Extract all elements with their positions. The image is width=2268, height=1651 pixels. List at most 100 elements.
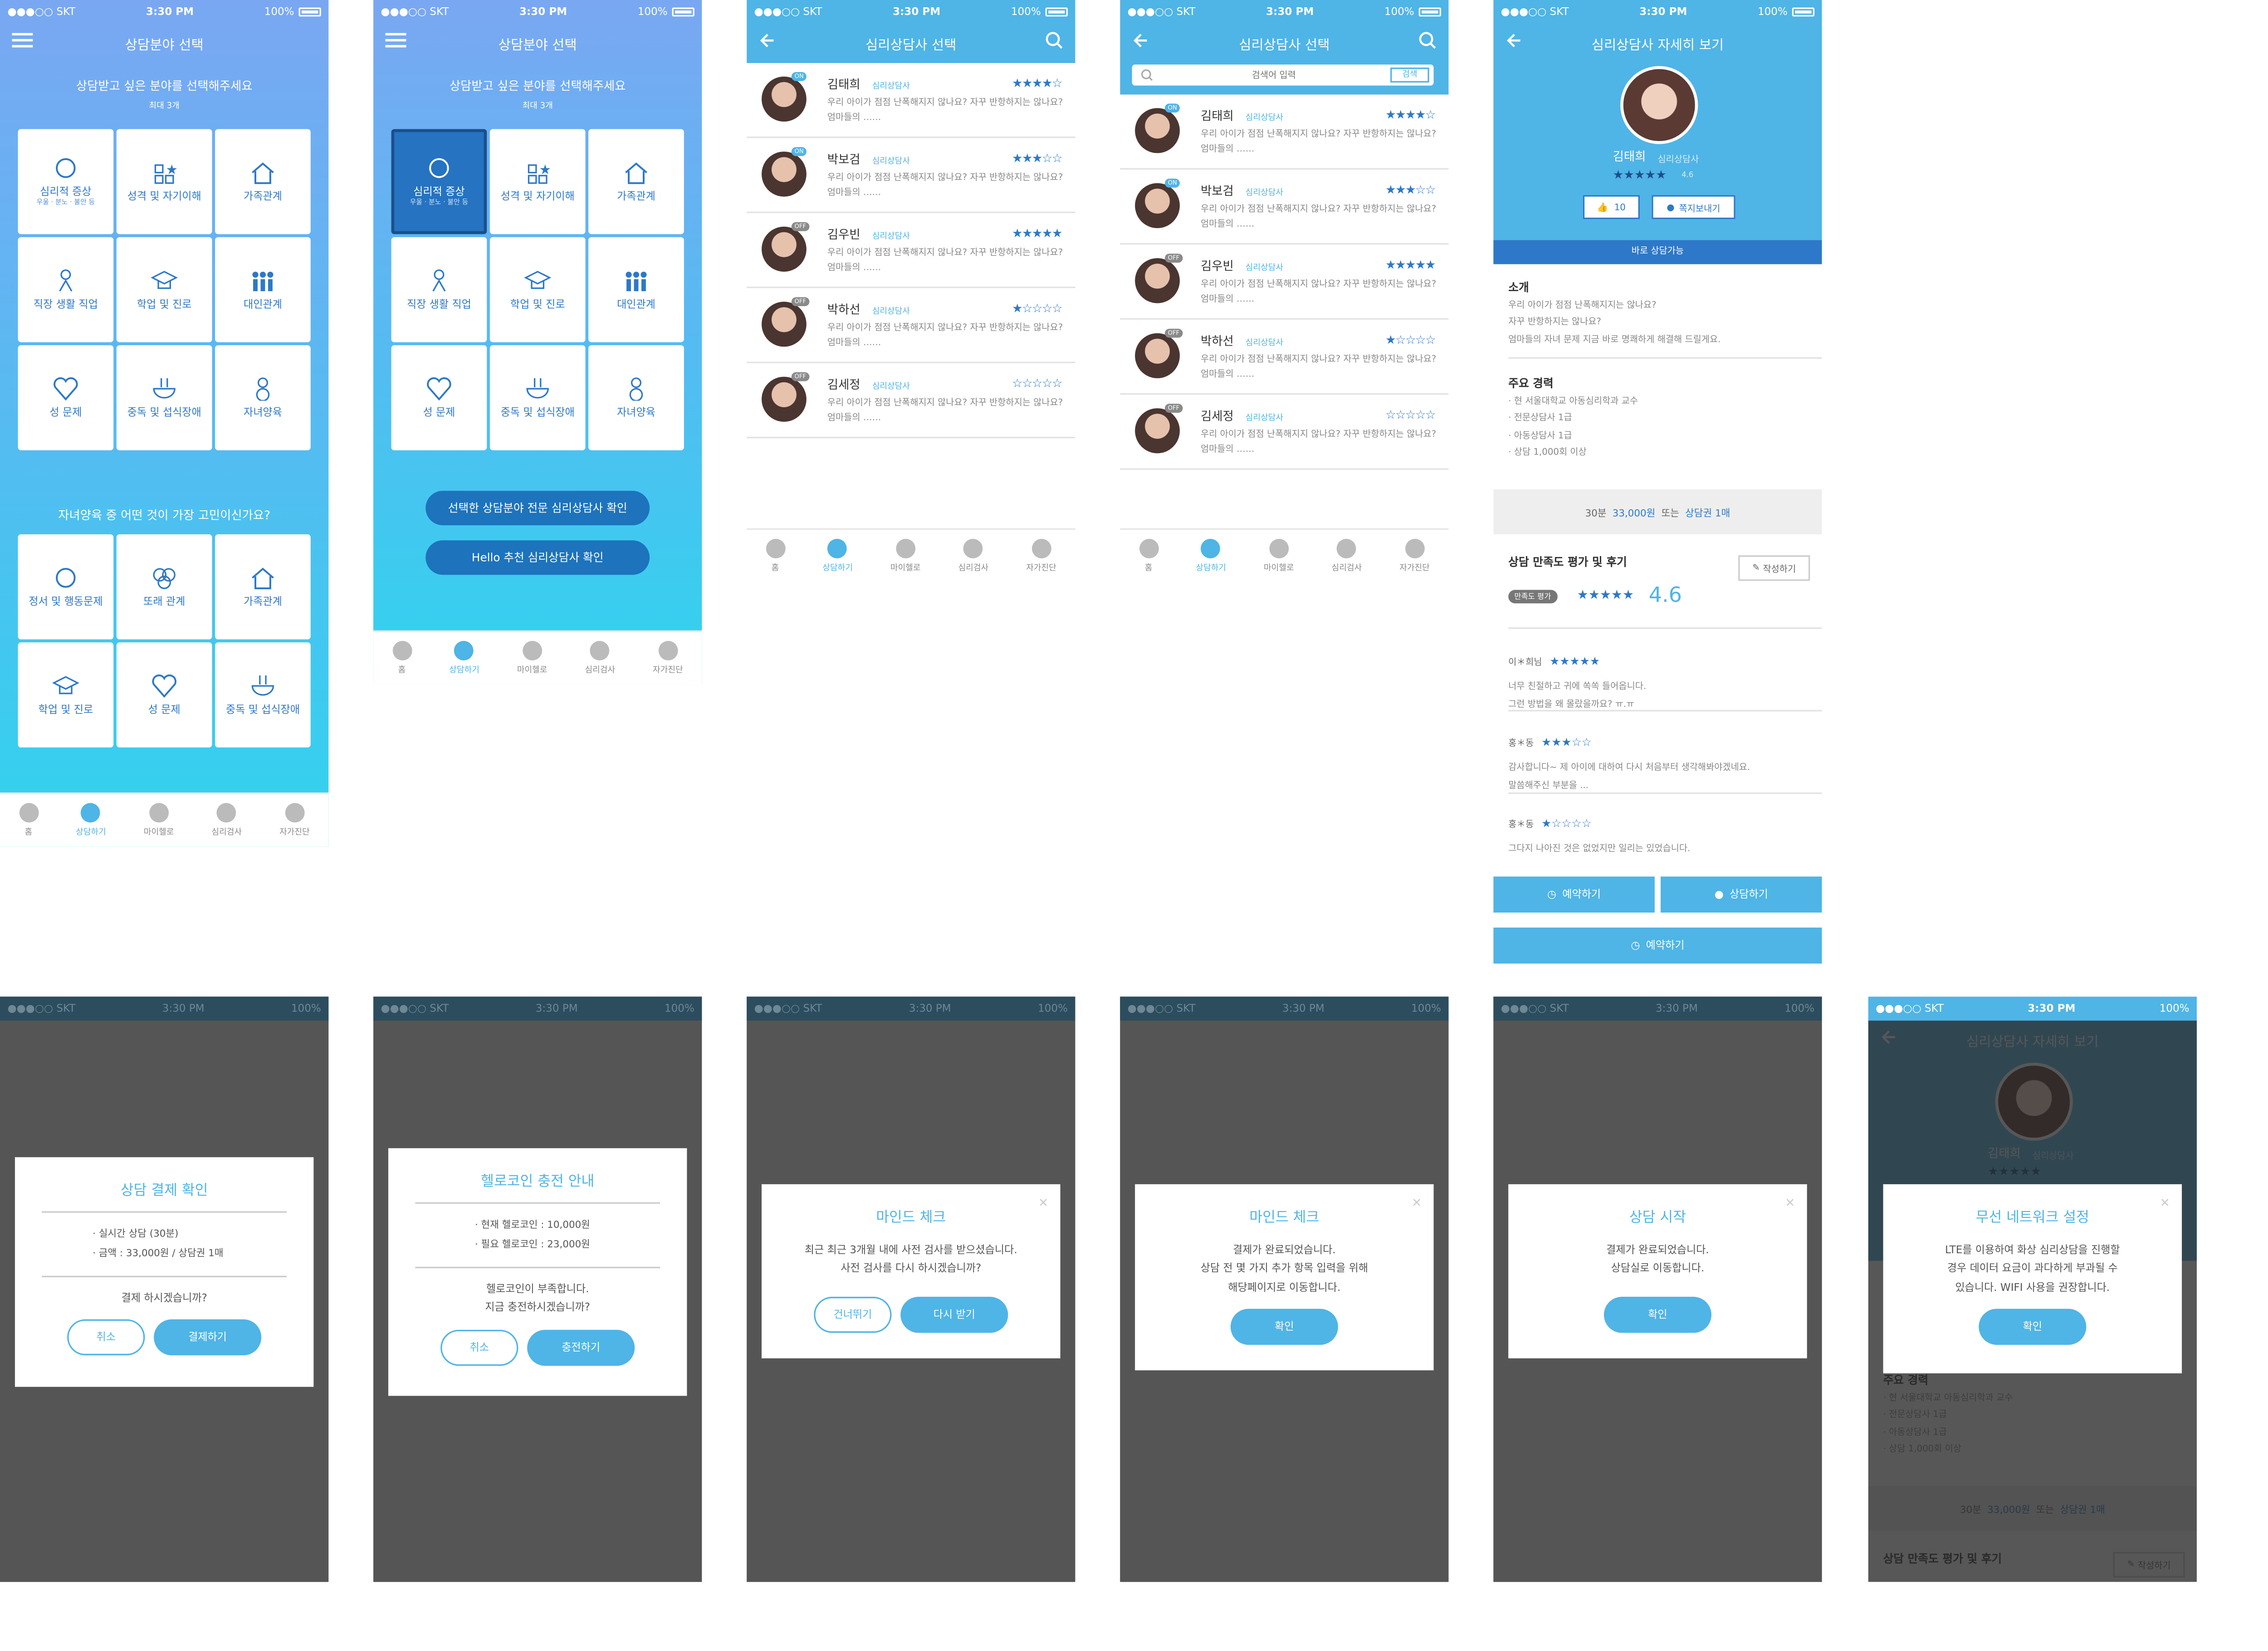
category-tile[interactable]: 심리적 증상 우울 · 분노 · 불안 등 <box>18 129 114 234</box>
confirm-button[interactable]: 확인 <box>1603 1296 1711 1332</box>
tab-test[interactable]: 심리검사 <box>958 538 988 573</box>
intro-title: 소개 <box>1508 280 1529 294</box>
body-line: LTE를 이용하여 화상 심리상담을 진행할 <box>1945 1244 2120 1256</box>
sub-category-tile[interactable]: 성 문제 <box>116 642 212 747</box>
battery-percent: 100% <box>1384 6 1414 18</box>
message-button[interactable]: ● 쪽지보내기 <box>1652 195 1735 220</box>
counselor-row[interactable]: OFF 김세정 심리상담사 ☆☆☆☆☆ 우리 아이가 점점 난폭해지지 않나요? 자꾸 … <box>1120 395 1449 470</box>
category-tile[interactable]: 가족관계 <box>588 129 684 234</box>
rating-stars: ★★★★★ <box>1012 226 1062 240</box>
confirm-button[interactable]: 확인 <box>1230 1308 1338 1345</box>
tab-test[interactable]: 심리검사 <box>211 803 242 837</box>
tab-home[interactable]: 홈 <box>765 538 785 573</box>
category-tile[interactable]: 학업 및 진로 <box>116 237 212 342</box>
counselor-row[interactable]: OFF 박하선 심리상담사 ★☆☆☆☆ 우리 아이가 점점 난폭해지지 않나요? 자꾸 … <box>747 288 1075 363</box>
back-arrow-icon[interactable] <box>758 31 777 54</box>
pay-button[interactable]: 결제하기 <box>154 1319 262 1356</box>
category-tile[interactable]: ★ 성격 및 자기이해 <box>116 129 212 234</box>
tile-label: 중독 및 섭식장애 <box>500 406 575 419</box>
category-tile[interactable]: 가족관계 <box>215 129 311 234</box>
search-button[interactable]: 검색 <box>1390 67 1429 83</box>
category-tile[interactable]: 직장 생활 직업 <box>391 237 487 342</box>
like-button[interactable]: 👍 10 <box>1583 195 1640 220</box>
close-icon[interactable]: ✕ <box>1412 1196 1422 1210</box>
tile-label: 가족관계 <box>617 190 655 203</box>
search-icon[interactable] <box>1419 31 1437 54</box>
sub-category-tile[interactable]: 정서 및 행동문제 <box>18 534 114 640</box>
dialog-title: 무선 네트워크 설정 <box>1975 1210 2089 1226</box>
tab-consult[interactable]: 상담하기 <box>76 803 106 837</box>
tab-myhello[interactable]: 마이헬로 <box>1264 538 1294 573</box>
tab-consult[interactable]: 상담하기 <box>1196 538 1226 573</box>
tab-self[interactable]: 자가진단 <box>1026 538 1056 573</box>
category-tile[interactable]: 자녀양육 <box>215 345 311 450</box>
reserve-button[interactable]: ◷ 예약하기 <box>1493 876 1655 913</box>
sub-category-tile[interactable]: 또래 관계 <box>116 534 212 640</box>
detail-line: · 필요 헬로코인 : 23,000원 <box>474 1238 590 1250</box>
tab-consult[interactable]: 상담하기 <box>449 640 479 675</box>
consult-button[interactable]: ● 상담하기 <box>1661 876 1822 913</box>
category-tile[interactable]: 대인관계 <box>215 237 311 342</box>
close-icon[interactable]: ✕ <box>1785 1196 1795 1210</box>
category-tile[interactable]: 대인관계 <box>588 237 684 342</box>
search-icon[interactable] <box>1046 31 1064 54</box>
write-review-button[interactable]: ✎작성하기 <box>1738 555 1810 581</box>
tab-home[interactable]: 홈 <box>19 803 39 837</box>
limit: 최대 3개 <box>522 102 553 111</box>
close-icon[interactable]: ✕ <box>1038 1196 1048 1210</box>
close-icon[interactable]: ✕ <box>2160 1196 2170 1210</box>
category-tile[interactable]: 학업 및 진로 <box>489 237 586 342</box>
category-tile[interactable]: ★ 성격 및 자기이해 <box>489 129 586 234</box>
counselor-row[interactable]: ON 박보검 심리상담사 ★★★☆☆ 우리 아이가 점점 난폭해지지 않나요? 자꾸 반… <box>1120 169 1449 245</box>
tab-self[interactable]: 자가진단 <box>1399 538 1430 573</box>
tab-home[interactable]: 홈 <box>392 640 412 675</box>
tab-self[interactable]: 자가진단 <box>653 640 683 675</box>
retake-button[interactable]: 다시 받기 <box>900 1296 1008 1332</box>
menu-icon[interactable] <box>12 31 33 54</box>
skip-button[interactable]: 건너뛰기 <box>814 1296 892 1332</box>
search-input[interactable] <box>1162 66 1386 84</box>
cancel-button[interactable]: 취소 <box>67 1319 145 1356</box>
tab-myhello[interactable]: 마이헬로 <box>890 538 921 573</box>
dialog-buttons: 취소 결제하기 <box>15 1319 313 1356</box>
tab-self[interactable]: 자가진단 <box>279 803 310 837</box>
back-arrow-icon[interactable] <box>1505 31 1524 54</box>
confirm-counselor-button[interactable]: 선택한 상담분야 전문 심리상담사 확인 <box>425 491 650 526</box>
counselor-row[interactable]: ON 박보검 심리상담사 ★★★☆☆ 우리 아이가 점점 난폭해지지 않나요? 자꾸 반… <box>747 138 1075 213</box>
tab-myhello[interactable]: 마이헬로 <box>517 640 547 675</box>
category-tile[interactable]: 자녀양육 <box>588 345 684 450</box>
category-tile[interactable]: 성 문제 <box>18 345 114 450</box>
sub-category-tile[interactable]: 학업 및 진로 <box>18 642 114 747</box>
charge-button[interactable]: 충전하기 <box>527 1329 635 1365</box>
tab-test[interactable]: 심리검사 <box>585 640 615 675</box>
recommend-counselor-button[interactable]: Hello 추천 심리상담사 확인 <box>425 540 650 575</box>
counselor-row[interactable]: OFF 김우빈 심리상담사 ★★★★★ 우리 아이가 점점 난폭해지지 않나요? 자꾸 … <box>1120 244 1449 320</box>
reserve-button-alt[interactable]: ◷ 예약하기 <box>1493 928 1822 964</box>
category-tile[interactable]: 중독 및 섭식장애 <box>116 345 212 450</box>
category-tile[interactable]: 중독 및 섭식장애 <box>489 345 586 450</box>
menu-icon[interactable] <box>385 31 406 54</box>
category-tile[interactable]: 직장 생활 직업 <box>18 237 114 342</box>
counselor-row[interactable]: ON 김태희 심리상담사 ★★★★☆ 우리 아이가 점점 난폭해지지 않나요? 자꾸 반… <box>747 63 1075 138</box>
category-tile[interactable]: 성 문제 <box>391 345 487 450</box>
counselor-row[interactable]: OFF 박하선 심리상담사 ★☆☆☆☆ 우리 아이가 점점 난폭해지지 않나요? 자꾸 … <box>1120 319 1449 395</box>
clock: 3:30 PM <box>162 1002 205 1015</box>
category-tile-selected[interactable]: 심리적 증상 우울 · 분노 · 불안 등 <box>391 129 487 234</box>
sub-category-tile[interactable]: 가족관계 <box>215 534 311 640</box>
tab-consult[interactable]: 상담하기 <box>822 538 853 573</box>
counselor-name: 박보검 <box>1201 185 1234 198</box>
sub-category-tile[interactable]: 중독 및 섭식장애 <box>215 642 311 747</box>
counselor-row[interactable]: OFF 김세정 심리상담사 ☆☆☆☆☆ 우리 아이가 점점 난폭해지지 않나요? 자꾸 … <box>747 363 1075 439</box>
back-arrow-icon[interactable] <box>1132 31 1150 54</box>
sub-category-grid: 정서 및 행동문제 또래 관계 가족관계 학업 및 진로 성 문제 중독 및 섭… <box>18 534 311 747</box>
cancel-button[interactable]: 취소 <box>440 1329 518 1365</box>
counselor-row[interactable]: OFF 김우빈 심리상담사 ★★★★★ 우리 아이가 점점 난폭해지지 않나요? 자꾸 … <box>747 213 1075 288</box>
counselor-row[interactable]: ON 김태희 심리상담사 ★★★★☆ 우리 아이가 점점 난폭해지지 않나요? 자꾸 반… <box>1120 94 1449 170</box>
svg-text:★: ★ <box>166 161 177 177</box>
tab-home[interactable]: 홈 <box>1139 538 1158 573</box>
confirm-button[interactable]: 확인 <box>1979 1308 2087 1345</box>
tab-myhello[interactable]: 마이헬로 <box>144 803 174 837</box>
clock: 3:30 PM <box>893 6 941 18</box>
checklist-icon <box>284 803 304 823</box>
tab-test[interactable]: 심리검사 <box>1332 538 1362 573</box>
